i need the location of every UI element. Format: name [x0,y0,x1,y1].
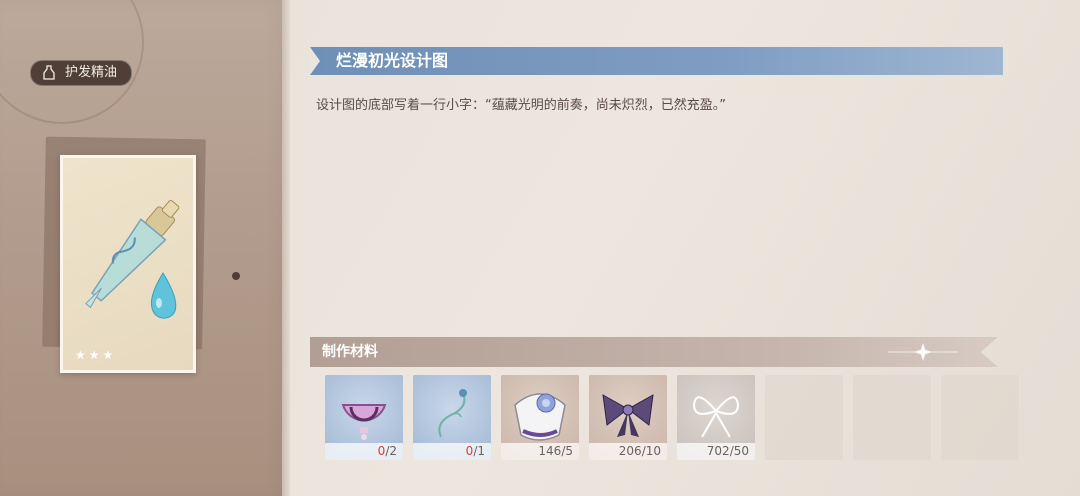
material-count-1: 0/2 [325,443,403,460]
material-slot-1[interactable]: 0/2 [325,375,403,460]
material-count-5: 702/50 [677,443,755,460]
design-description: 设计图的底部写着一行小字：“蕴藏光明的前奏，尚未炽烈，已然充盈。” [316,98,726,113]
panel-divider [282,0,290,496]
material-slot-2[interactable]: 0/1 [413,375,491,460]
materials-header-bar: 制作材料 [310,337,998,367]
item-name-tag: 护发精油 [30,60,133,86]
banner-notch [310,47,320,75]
item-name: 护发精油 [65,65,118,80]
design-title-banner: 烂漫初光设计图 [310,47,1003,75]
ink-dot [232,272,240,280]
oil-bottle-icon [43,65,55,80]
item-card[interactable]: ★★★ [60,155,196,373]
star-ornament-icon [888,343,958,361]
design-title: 烂漫初光设计图 [336,51,449,70]
rarity-stars: ★★★ [75,348,117,362]
material-count-3: 146/5 [501,443,579,460]
materials-header: 制作材料 [322,344,378,360]
material-count-2: 0/1 [413,443,491,460]
material-count-4: 206/10 [589,443,667,460]
material-slot-3[interactable]: 146/5 [501,375,579,460]
material-slot-4[interactable]: 206/10 [589,375,667,460]
essential-oil-illustration [85,199,180,319]
material-slot-empty-1 [765,375,843,460]
material-slot-5[interactable]: 702/50 [677,375,755,460]
material-slot-empty-2 [853,375,931,460]
material-slot-empty-3 [941,375,1019,460]
